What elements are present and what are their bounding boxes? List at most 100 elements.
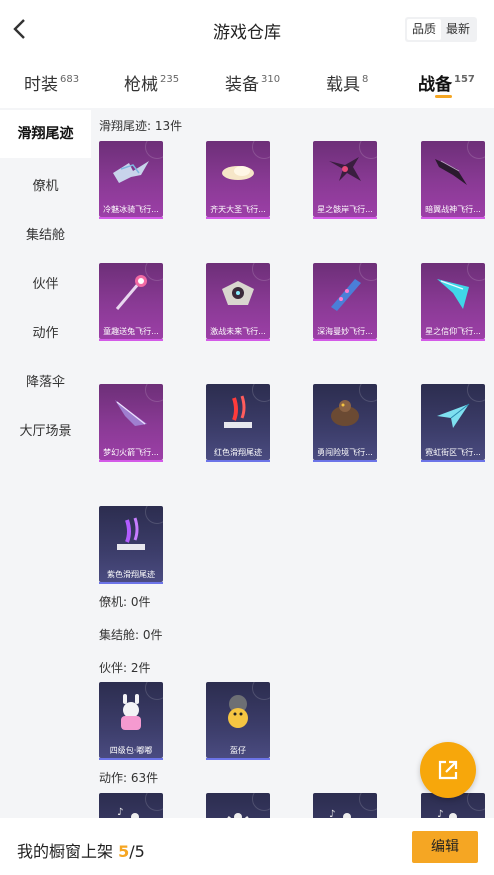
item-name: 星之骸岸飞行... <box>317 205 373 214</box>
dance-icon <box>227 813 249 818</box>
dance-icon: ♪ <box>117 807 139 818</box>
tab-label: 装备 <box>225 75 259 95</box>
section-title-capsule: 集结舱: 0件 <box>99 628 163 642</box>
item-card[interactable]: 冷魅冰骑飞行... <box>99 141 163 219</box>
tab-count: 235 <box>160 74 180 85</box>
sidebar-item-lobby-scene[interactable]: 大厅场景 <box>0 420 91 439</box>
svg-text:♪: ♪ <box>117 807 123 818</box>
item-name: 童趣送兔飞行... <box>103 327 159 336</box>
svg-text:♪: ♪ <box>437 809 443 818</box>
showcase-label: 我的橱窗上架 <box>17 842 114 861</box>
sidebar: 滑翔尾迹 僚机 集结舱 伙伴 动作 降落伞 大厅场景 <box>0 108 91 818</box>
item-card[interactable]: 霓虹街区飞行... <box>421 384 485 462</box>
item-card[interactable]: 激战未来飞行... <box>206 263 270 341</box>
helmet-duck-icon <box>228 695 248 728</box>
tab-guns[interactable]: 枪械 235 <box>124 70 179 95</box>
item-name: 红色滑翔尾迹 <box>214 448 262 457</box>
header-bar: 游戏仓库 品质 最新 <box>0 0 494 58</box>
item-name: 紫色滑翔尾迹 <box>107 570 155 579</box>
rarity-bar <box>99 217 163 219</box>
showcase-current-count: 5 <box>118 842 130 861</box>
item-card[interactable]: 四级包·嘟嘟 <box>99 682 163 760</box>
item-image: ♪ <box>313 793 377 818</box>
section-title-emote: 动作: 63件 <box>99 771 159 785</box>
item-name: 勇闯险境飞行... <box>317 448 373 457</box>
item-card[interactable]: 深海曼妙飞行... <box>313 263 377 341</box>
item-card[interactable]: ♪ <box>313 793 377 818</box>
purple-trail-icon <box>117 517 145 550</box>
item-name: 暗翼战神飞行... <box>425 205 481 214</box>
sidebar-item-parachute[interactable]: 降落伞 <box>0 371 91 390</box>
sidebar-item-wingman[interactable]: 僚机 <box>0 175 91 194</box>
tab-fashion[interactable]: 时装 683 <box>24 70 79 95</box>
edit-button[interactable]: 编辑 <box>412 831 478 863</box>
item-card[interactable]: 梦幻火箭飞行... <box>99 384 163 462</box>
rarity-bar <box>421 217 485 219</box>
sort-latest-option[interactable]: 最新 <box>441 19 475 40</box>
wand-icon <box>115 275 147 310</box>
item-image: ♪ <box>99 793 163 818</box>
rarity-bar <box>313 217 377 219</box>
item-name: 齐天大圣飞行... <box>210 205 266 214</box>
tab-vehicles[interactable]: 载具 8 <box>326 70 368 95</box>
item-card[interactable]: 星之信仰飞行... <box>421 263 485 341</box>
rarity-bar <box>313 460 377 462</box>
item-grid-area[interactable]: 滑翔尾迹: 13件 冷魅冰骑飞行... 齐天大圣飞行... 星之骸岸飞行... … <box>91 108 494 818</box>
rarity-bar <box>99 460 163 462</box>
paper-plane-icon <box>437 403 470 428</box>
item-image <box>206 793 270 818</box>
item-name: 激战未来飞行... <box>210 327 266 336</box>
sort-toggle: 品质 最新 <box>405 17 478 42</box>
item-card[interactable]: 暗翼战神飞行... <box>421 141 485 219</box>
share-button[interactable] <box>420 742 476 798</box>
item-card[interactable]: 童趣送兔飞行... <box>99 263 163 341</box>
sidebar-item-partner[interactable]: 伙伴 <box>0 273 91 292</box>
section-title-glide-trail: 滑翔尾迹: 13件 <box>99 119 183 133</box>
dark-dragon-icon <box>329 157 361 181</box>
tab-equipment[interactable]: 装备 310 <box>225 70 280 95</box>
item-name: 梦幻火箭飞行... <box>103 448 159 457</box>
sort-quality-option[interactable]: 品质 <box>407 19 442 40</box>
tab-battle-gear[interactable]: 战备 157 <box>418 70 475 95</box>
rarity-bar <box>206 758 270 760</box>
bunny-robot-icon <box>121 694 141 730</box>
tab-count: 310 <box>261 74 281 85</box>
section-title-partner: 伙伴: 2件 <box>99 661 151 675</box>
item-name: 冷魅冰骑飞行... <box>103 205 159 214</box>
sidebar-item-emote[interactable]: 动作 <box>0 322 91 341</box>
tab-label: 枪械 <box>124 75 158 95</box>
tab-label: 时装 <box>24 75 58 95</box>
blue-wing-icon <box>437 279 469 309</box>
rarity-bar <box>206 339 270 341</box>
footer-bar: 我的橱窗上架 5/5 编辑 <box>0 818 494 875</box>
active-tab-indicator <box>435 95 452 98</box>
rarity-bar <box>313 339 377 341</box>
item-card[interactable]: 盔仔 <box>206 682 270 760</box>
section-title-wingman: 僚机: 0件 <box>99 595 151 609</box>
beast-icon <box>331 400 359 426</box>
rarity-bar <box>421 339 485 341</box>
item-card[interactable]: 星之骸岸飞行... <box>313 141 377 219</box>
item-name: 深海曼妙飞行... <box>317 327 373 336</box>
item-card[interactable]: 红色滑翔尾迹 <box>206 384 270 462</box>
sidebar-item-glide-trail[interactable]: 滑翔尾迹 <box>0 110 91 158</box>
tab-count: 8 <box>362 74 369 85</box>
showcase-total-count: /5 <box>129 842 145 861</box>
rarity-bar <box>206 217 270 219</box>
item-card[interactable]: ♪ <box>99 793 163 818</box>
rarity-bar <box>421 460 485 462</box>
rarity-bar <box>99 582 163 584</box>
item-card[interactable] <box>206 793 270 818</box>
item-card[interactable]: 紫色滑翔尾迹 <box>99 506 163 584</box>
item-card[interactable]: 齐天大圣飞行... <box>206 141 270 219</box>
svg-text:♪: ♪ <box>329 809 335 818</box>
item-name: 四级包·嘟嘟 <box>109 746 153 755</box>
item-card[interactable]: 勇闯险境飞行... <box>313 384 377 462</box>
robot-skull-icon <box>222 281 254 305</box>
rarity-bar <box>99 758 163 760</box>
cloud-icon <box>222 166 254 180</box>
rarity-bar <box>206 460 270 462</box>
showcase-status: 我的橱窗上架 5/5 <box>17 838 145 862</box>
ice-wing-icon <box>113 161 149 183</box>
sidebar-item-capsule[interactable]: 集结舱 <box>0 224 91 243</box>
